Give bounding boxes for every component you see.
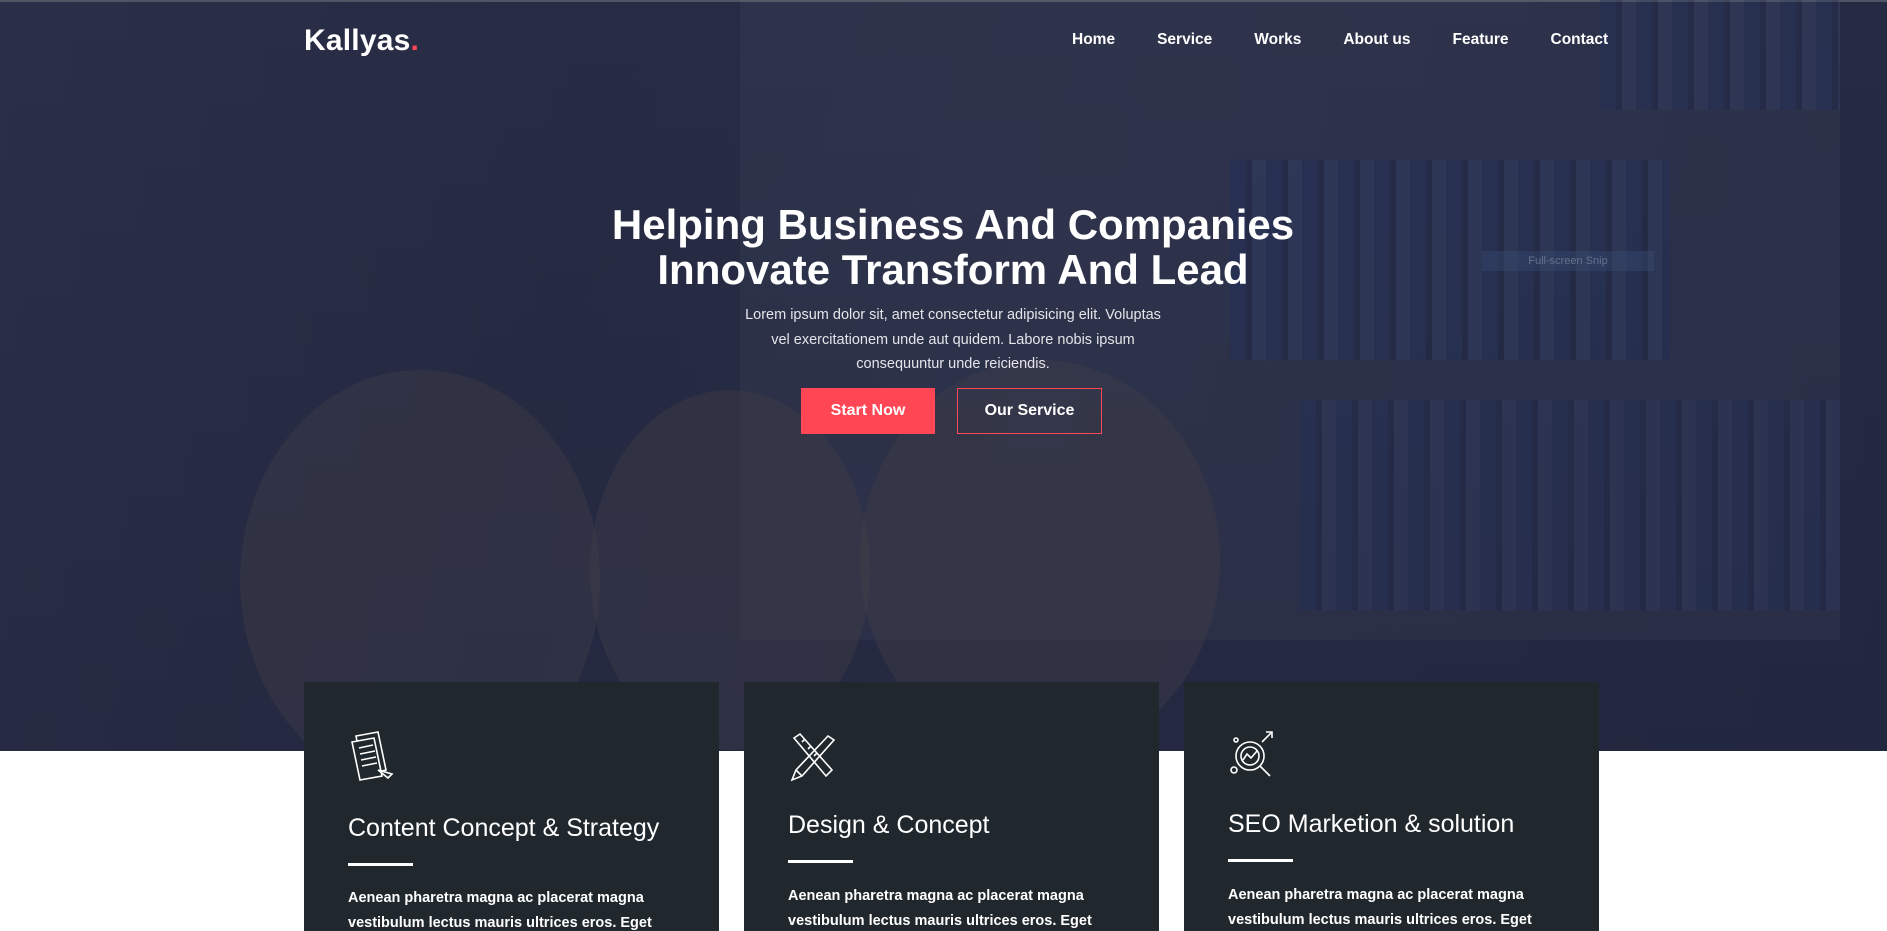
nav-about-us[interactable]: About us xyxy=(1343,31,1410,49)
title-underline xyxy=(348,863,413,866)
document-icon xyxy=(348,730,396,782)
title-underline xyxy=(1228,859,1293,862)
nav-works[interactable]: Works xyxy=(1254,31,1301,49)
service-title: Design & Concept xyxy=(788,811,990,839)
main-nav: Home Service Works About us Feature Cont… xyxy=(1072,31,1608,49)
hero-section: Kallyas. Home Service Works About us Fea… xyxy=(0,0,1887,751)
start-now-button[interactable]: Start Now xyxy=(801,388,935,434)
service-title: Content Concept & Strategy xyxy=(348,814,660,842)
service-text: Aenean pharetra magna ac placerat magna … xyxy=(1228,887,1532,928)
our-service-button[interactable]: Our Service xyxy=(957,388,1102,434)
service-title: SEO Marketion & solution xyxy=(1228,810,1515,838)
logo-text: Kallyas xyxy=(304,24,411,57)
snip-overlay-label: Full-screen Snip xyxy=(1482,251,1654,271)
hero-title-line1: Helping Business And Companies xyxy=(611,201,1295,248)
pencil-ruler-icon xyxy=(788,730,836,782)
seo-magnifier-icon xyxy=(1228,730,1276,782)
title-underline xyxy=(788,860,853,863)
nav-contact[interactable]: Contact xyxy=(1551,31,1609,49)
hero-title: Helping Business And Companies Innovate … xyxy=(543,202,1363,292)
logo[interactable]: Kallyas. xyxy=(304,24,419,58)
service-card-seo: SEO Marketion & solution Aenean pharetra… xyxy=(1184,682,1599,931)
nav-home[interactable]: Home xyxy=(1072,31,1115,49)
hero-subtitle: Lorem ipsum dolor sit, amet consectetur … xyxy=(745,307,1161,372)
service-card-design: Design & Concept Aenean pharetra magna a… xyxy=(744,682,1159,931)
logo-dot: . xyxy=(410,24,420,57)
service-text: Aenean pharetra magna ac placerat magna … xyxy=(348,890,652,931)
nav-feature[interactable]: Feature xyxy=(1453,31,1509,49)
service-card-content: Content Concept & Strategy Aenean pharet… xyxy=(304,682,719,931)
nav-service[interactable]: Service xyxy=(1157,31,1212,49)
service-text: Aenean pharetra magna ac placerat magna … xyxy=(788,888,1092,929)
hero-title-line2: Innovate Transform And Lead xyxy=(657,246,1249,293)
